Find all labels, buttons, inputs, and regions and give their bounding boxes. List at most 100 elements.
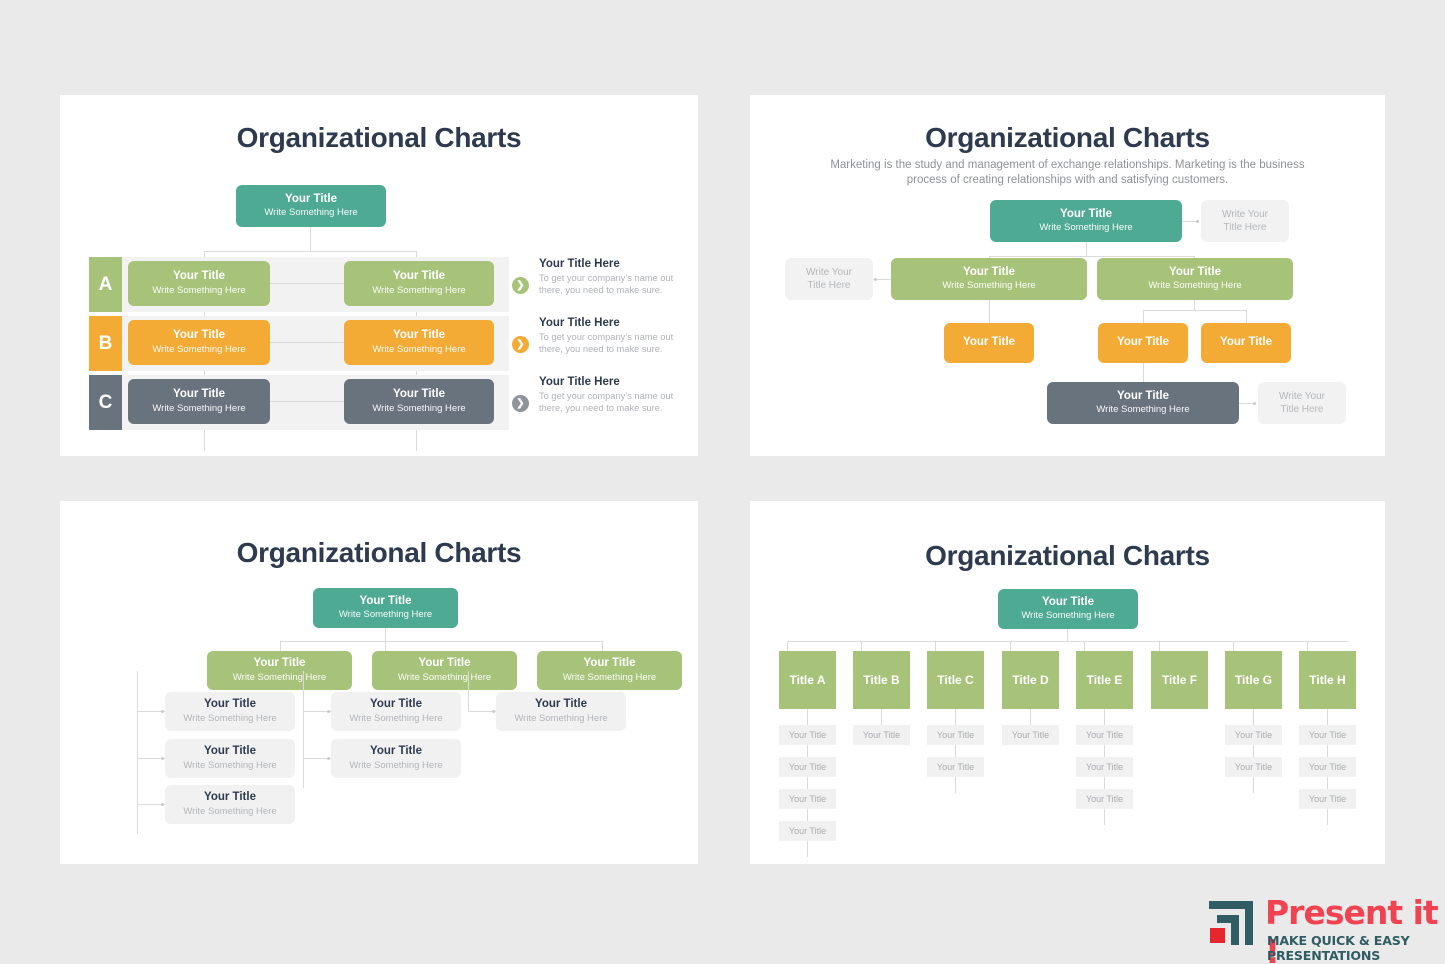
panel4-column-head-4[interactable]: Title D bbox=[1002, 651, 1059, 709]
panel2-amber-node-1[interactable]: Your Title bbox=[944, 323, 1034, 363]
panel4-col1-item-1[interactable]: Your Title bbox=[779, 725, 836, 745]
node-title: Your Title bbox=[370, 745, 422, 758]
panel4-col8-item-3[interactable]: Your Title bbox=[1299, 789, 1356, 809]
panel3-branch-1-child-2[interactable]: Your Title Write Something Here bbox=[165, 739, 295, 778]
description-c[interactable]: ❯ Your Title Here To get your company’s … bbox=[512, 376, 682, 414]
panel2-title: Organizational Charts bbox=[925, 122, 1210, 153]
panel4-root-node[interactable]: Your Title Write Something Here bbox=[998, 589, 1138, 629]
panel2-green-left-node[interactable]: Your Title Write Something Here bbox=[891, 258, 1087, 300]
slide-panel-1[interactable]: Organizational Charts Your Title Write S… bbox=[60, 95, 698, 456]
panel4-col3-item-1[interactable]: Your Title bbox=[927, 725, 984, 745]
column-drop-7 bbox=[1233, 641, 1234, 651]
panel4-column-head-5[interactable]: Title E bbox=[1076, 651, 1133, 709]
panel4-col4-item-1[interactable]: Your Title bbox=[1002, 725, 1059, 745]
panel3-branch-3-child-1[interactable]: Your Title Write Something Here bbox=[496, 692, 626, 731]
panel4-col1-item-4[interactable]: Your Title bbox=[779, 821, 836, 841]
node-title: Your Title bbox=[583, 657, 636, 670]
node-subtitle: Write Something Here bbox=[338, 609, 433, 621]
panel2-left-note[interactable]: Write Your Title Here bbox=[785, 258, 873, 300]
row-b-right-node[interactable]: Your Title Write Something Here bbox=[344, 320, 494, 365]
slide-panel-2[interactable]: Organizational Charts Marketing is the s… bbox=[750, 95, 1385, 456]
panel4-col7-item-1[interactable]: Your Title bbox=[1225, 725, 1282, 745]
panel4-column-head-1[interactable]: Title A bbox=[779, 651, 836, 709]
panel3-branch-2-child-1[interactable]: Your Title Write Something Here bbox=[331, 692, 461, 731]
panel4-column-head-8[interactable]: Title H bbox=[1299, 651, 1356, 709]
note-line-2: Title Here bbox=[807, 279, 851, 291]
description-b[interactable]: ❯ Your Title Here To get your company’s … bbox=[512, 317, 682, 355]
column-drop-3 bbox=[935, 641, 936, 651]
panel3-branch-1-child-3[interactable]: Your Title Write Something Here bbox=[165, 785, 295, 824]
panel4-column-head-7[interactable]: Title G bbox=[1225, 651, 1282, 709]
description-body: To get your company’s name out there, yo… bbox=[539, 332, 674, 354]
node-title: Your Title bbox=[359, 594, 412, 607]
row-c-left-node[interactable]: Your Title Write Something Here bbox=[128, 379, 270, 424]
panel4-col5-item-3[interactable]: Your Title bbox=[1076, 789, 1133, 809]
panel2-amber-node-3[interactable]: Your Title bbox=[1201, 323, 1291, 363]
connector-root-bus bbox=[280, 641, 602, 642]
connector-slate-drop bbox=[1143, 363, 1144, 382]
panel3-branch-1-child-1[interactable]: Your Title Write Something Here bbox=[165, 692, 295, 731]
link-dot bbox=[327, 757, 330, 760]
chevron-right-icon: ❯ bbox=[512, 336, 529, 353]
description-title: Your Title Here bbox=[539, 376, 620, 388]
panel3-branch-2-child-2[interactable]: Your Title Write Something Here bbox=[331, 739, 461, 778]
slide-panel-3[interactable]: Organizational Charts Your Title Write S… bbox=[60, 501, 698, 864]
present-it-logo[interactable]: Present it ! MAKE QUICK & EASY PRESENTAT… bbox=[1205, 893, 1445, 964]
panel3-branch-2-head[interactable]: Your Title Write Something Here bbox=[372, 651, 517, 690]
panel4-col3-item-2[interactable]: Your Title bbox=[927, 757, 984, 777]
node-title: Your Title bbox=[963, 336, 1015, 349]
panel1-root-node[interactable]: Your Title Write Something Here bbox=[236, 185, 386, 227]
panel3-branch-1-head[interactable]: Your Title Write Something Here bbox=[207, 651, 352, 690]
row-tab-a[interactable]: A bbox=[89, 257, 122, 312]
row-a-right-node[interactable]: Your Title Write Something Here bbox=[344, 261, 494, 306]
panel4-title: Organizational Charts bbox=[925, 540, 1210, 571]
row-c-right-node[interactable]: Your Title Write Something Here bbox=[344, 379, 494, 424]
node-subtitle: Write Something Here bbox=[372, 402, 466, 414]
row-b-link bbox=[270, 342, 344, 343]
panel4-col7-item-2[interactable]: Your Title bbox=[1225, 757, 1282, 777]
panel4-col8-item-2[interactable]: Your Title bbox=[1299, 757, 1356, 777]
node-title: Your Title bbox=[1117, 389, 1169, 402]
row-b-left-node[interactable]: Your Title Write Something Here bbox=[128, 320, 270, 365]
panel2-amber-node-2[interactable]: Your Title bbox=[1098, 323, 1188, 363]
panel2-root-note[interactable]: Write Your Title Here bbox=[1201, 200, 1289, 242]
row-tab-c[interactable]: C bbox=[89, 375, 122, 430]
panel4-col1-item-2[interactable]: Your Title bbox=[779, 757, 836, 777]
panel4-column-head-6[interactable]: Title F bbox=[1151, 651, 1208, 709]
column-drop-5 bbox=[1084, 641, 1085, 651]
panel3-branch-3-head[interactable]: Your Title Write Something Here bbox=[537, 651, 682, 690]
connector-amber2-drop bbox=[1143, 310, 1144, 323]
row-tab-b[interactable]: B bbox=[89, 316, 122, 371]
link-dot bbox=[874, 278, 877, 281]
panel4-col5-item-1[interactable]: Your Title bbox=[1076, 725, 1133, 745]
node-title: Your Title bbox=[1117, 336, 1169, 349]
panel2-green-right-node[interactable]: Your Title Write Something Here bbox=[1097, 258, 1293, 300]
slide-deck-overview: Organizational Charts Your Title Write S… bbox=[0, 0, 1445, 964]
description-body: To get your company’s name out there, yo… bbox=[539, 391, 674, 413]
node-subtitle: Write Something Here bbox=[183, 759, 277, 771]
panel2-slate-node[interactable]: Your Title Write Something Here bbox=[1047, 382, 1239, 424]
row-c-link bbox=[270, 401, 344, 402]
panel2-root-node[interactable]: Your Title Write Something Here bbox=[990, 200, 1182, 242]
column-drop-8 bbox=[1307, 641, 1308, 651]
row-a-left-node[interactable]: Your Title Write Something Here bbox=[128, 261, 270, 306]
node-title: Your Title bbox=[1220, 336, 1272, 349]
chevron-right-icon: ❯ bbox=[512, 277, 529, 294]
panel4-col5-item-2[interactable]: Your Title bbox=[1076, 757, 1133, 777]
link-dot bbox=[161, 803, 164, 806]
panel3-title: Organizational Charts bbox=[236, 537, 522, 568]
panel4-col8-item-1[interactable]: Your Title bbox=[1299, 725, 1356, 745]
panel4-col2-item-1[interactable]: Your Title bbox=[853, 725, 910, 745]
connector-branch3-drop bbox=[602, 641, 603, 651]
panel3-root-node[interactable]: Your Title Write Something Here bbox=[313, 588, 458, 628]
panel4-col1-item-3[interactable]: Your Title bbox=[779, 789, 836, 809]
node-title: Your Title bbox=[370, 698, 422, 711]
panel4-column-head-2[interactable]: Title B bbox=[853, 651, 910, 709]
node-subtitle: Write Something Here bbox=[1096, 404, 1190, 416]
node-subtitle: Write Something Here bbox=[183, 805, 277, 817]
description-a[interactable]: ❯ Your Title Here To get your company’s … bbox=[512, 258, 682, 296]
note-line-1: Write Your bbox=[806, 267, 852, 278]
panel2-slate-note[interactable]: Write Your Title Here bbox=[1258, 382, 1346, 424]
slide-panel-4[interactable]: Organizational Charts Your Title Write S… bbox=[750, 501, 1385, 864]
panel4-column-head-3[interactable]: Title C bbox=[927, 651, 984, 709]
